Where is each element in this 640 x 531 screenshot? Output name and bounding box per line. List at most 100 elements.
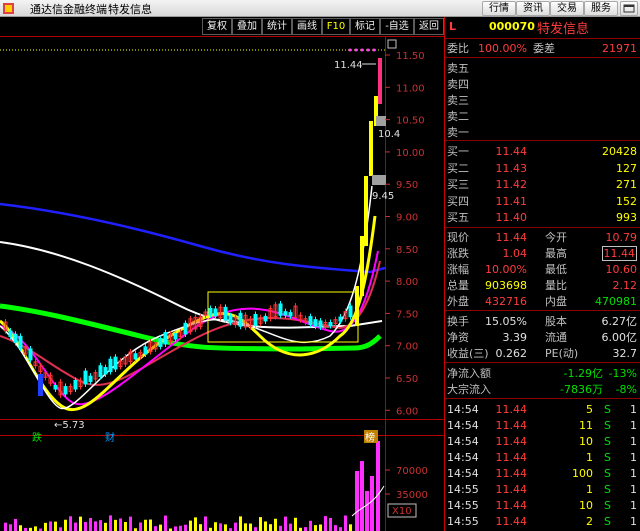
volume-bar (360, 461, 364, 531)
ma5-line (0, 185, 373, 410)
toolbar-watchlist-button[interactable]: -自选 (380, 18, 414, 35)
title-bar: 通达信金融终端 特发信息 行情 资讯 交易 服务 (0, 0, 640, 17)
stat-value: 903698 (485, 279, 527, 292)
tick-count: 1 (630, 515, 637, 528)
toolbar-back-button[interactable]: 返回 (414, 18, 444, 35)
weibi-value: 100.00% (478, 42, 527, 55)
candle-body (288, 312, 293, 317)
candle-body (158, 338, 163, 348)
toolbar-f10-button[interactable]: F10 (322, 18, 350, 35)
volume-bar (289, 523, 292, 531)
menu-service[interactable]: 服务 (584, 1, 618, 16)
tick-side: S (604, 419, 611, 432)
volume-bar (59, 527, 62, 531)
candle-body (308, 316, 313, 325)
toolbar-statistics-button[interactable]: 统计 (262, 18, 292, 35)
sell-level-label: 卖三 (447, 94, 469, 107)
price-tick-label: 11.50 (396, 51, 425, 62)
volume-bar (84, 522, 87, 531)
flow-percent: -13% (608, 367, 637, 380)
tick-price: 11.44 (495, 515, 528, 528)
menu-market[interactable]: 行情 (482, 1, 516, 16)
candle-body (38, 374, 43, 396)
stat-label: PE(动) (545, 347, 579, 360)
stat-label: 今开 (545, 231, 567, 244)
window-control-button[interactable] (620, 1, 638, 16)
volume-bar (189, 520, 192, 531)
volume-bar (49, 521, 52, 531)
sell-level-label: 卖一 (447, 126, 469, 139)
tick-side: S (604, 435, 611, 448)
toolbar-mark-button[interactable]: 标记 (350, 18, 380, 35)
buy-price: 11.42 (495, 178, 528, 191)
stat-label: 最低 (545, 263, 567, 276)
tick-count: 1 (630, 403, 637, 416)
volume-bar (376, 441, 380, 531)
tick-time: 14:55 (447, 499, 479, 512)
gap-marker (376, 116, 386, 126)
weibi-row: 委比 100.00% 委差 21971 (447, 42, 637, 55)
volume-bar (344, 515, 347, 531)
event-marker-fall: 跌 (32, 431, 42, 444)
buy-level-label: 买一 (447, 145, 469, 158)
buy-level-row: 买二 11.43 127 (447, 161, 639, 176)
candle-body (133, 353, 138, 360)
candle-body (283, 311, 288, 316)
signal-dot (372, 48, 376, 52)
fundamental-row: 净资 3.39 流通 6.00亿 (447, 330, 639, 345)
volume-bar (9, 524, 12, 531)
quote-stat-row: 现价 11.44 今开 10.79 (447, 230, 639, 245)
volume-bar (239, 516, 242, 531)
menu-news[interactable]: 资讯 (516, 1, 550, 16)
stat-label: 收益(三) (447, 347, 489, 360)
tick-row: 14:55 11.44 10 S 1 (447, 498, 639, 513)
buy-volume: 152 (616, 194, 637, 208)
volume-bar (214, 522, 217, 531)
stat-label: 涨跌 (447, 247, 469, 260)
toolbar-overlay-button[interactable]: 叠加 (232, 18, 262, 35)
tick-row: 14:54 11.44 1 S 1 (447, 450, 639, 465)
stat-label: 股本 (545, 315, 567, 328)
tick-row: 14:54 11.44 100 S 1 (447, 466, 639, 481)
app-module: 特发信息 (108, 3, 152, 16)
volume-bar (244, 523, 247, 531)
moving-average-lines (0, 49, 386, 412)
tick-count: 1 (630, 451, 637, 464)
volume-bar (264, 521, 267, 531)
surge-candle (364, 176, 368, 246)
volume-bar (54, 521, 57, 531)
fundamental-row: 收益(三) 0.262 PE(动) 32.7 (447, 346, 639, 361)
price-annotation: 10.4 (378, 129, 400, 140)
price-tick-label: 7.50 (396, 309, 418, 320)
quote-stat-row: 涨跌 1.04 最高 11.44 (447, 246, 639, 261)
candlestick-chart[interactable]: 11.50 11.00 10.50 10.00 9.50 9.00 8.50 8.00 7.50… (0, 36, 444, 531)
stat-value: 2.12 (612, 279, 638, 292)
low-price-annotation: ←5.73 (54, 420, 85, 431)
menu-trade[interactable]: 交易 (550, 1, 584, 16)
volume-bar (199, 524, 202, 531)
candle-body (18, 335, 23, 349)
quote-stat-row: 外盘 432716 内盘 470981 (447, 294, 639, 309)
app-title: 通达信金融终端 (30, 3, 107, 16)
tick-row: 14:54 11.44 5 S 1 (447, 402, 639, 417)
price-tick-label: 10.00 (396, 148, 425, 159)
buy-volume: 271 (616, 178, 637, 191)
stat-value: 6.27亿 (601, 315, 638, 328)
volume-bar (355, 471, 359, 531)
sell-level-row: 卖四 (447, 77, 639, 92)
tick-time: 14:55 (447, 483, 479, 496)
toolbar-draw-line-button[interactable]: 画线 (292, 18, 322, 35)
volume-bar (334, 525, 337, 531)
tick-row: 14:54 11.44 11 S 1 (447, 418, 639, 433)
tick-volume: 100 (572, 467, 593, 480)
tick-time: 14:54 (447, 451, 479, 464)
tick-side: S (604, 515, 611, 528)
candle-body (263, 315, 268, 322)
toolbar-restore-rights-button[interactable]: 复权 (202, 18, 232, 35)
buy-level-row: 买四 11.41 152 (447, 194, 639, 209)
quote-panel: L 000070 特发信息 委比 100.00% 委差 21971 卖五 卖四 卖三… (444, 17, 640, 531)
sell-level-label: 卖四 (447, 78, 469, 91)
tick-price: 11.44 (495, 467, 528, 480)
price-tick-label: 11.00 (396, 83, 425, 94)
stat-value: 11.44 (495, 231, 528, 244)
